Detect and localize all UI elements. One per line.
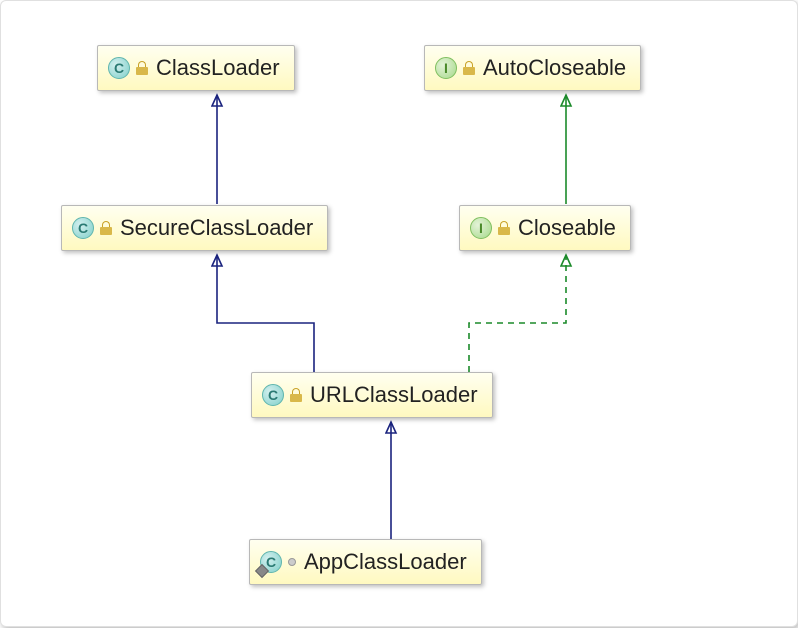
node-class-loader[interactable]: C ClassLoader (97, 45, 295, 91)
node-closeable[interactable]: I Closeable (459, 205, 631, 251)
lock-icon (100, 221, 112, 235)
pin-icon (255, 564, 269, 578)
visibility-dot-icon (288, 558, 296, 566)
node-label: Closeable (518, 215, 616, 241)
node-url-class-loader[interactable]: C URLClassLoader (251, 372, 493, 418)
node-label: ClassLoader (156, 55, 280, 81)
edge-extends (217, 255, 314, 372)
node-label: AutoCloseable (483, 55, 626, 81)
lock-icon (463, 61, 475, 75)
node-label: SecureClassLoader (120, 215, 313, 241)
lock-icon (290, 388, 302, 402)
node-label: URLClassLoader (310, 382, 478, 408)
class-icon: C (260, 551, 282, 573)
class-icon: C (262, 384, 284, 406)
node-label: AppClassLoader (304, 549, 467, 575)
interface-icon: I (435, 57, 457, 79)
node-secure-class-loader[interactable]: C SecureClassLoader (61, 205, 328, 251)
class-icon: C (72, 217, 94, 239)
connector-layer (1, 1, 798, 628)
class-icon: C (108, 57, 130, 79)
lock-icon (498, 221, 510, 235)
interface-icon: I (470, 217, 492, 239)
node-app-class-loader[interactable]: C AppClassLoader (249, 539, 482, 585)
node-auto-closeable[interactable]: I AutoCloseable (424, 45, 641, 91)
uml-diagram-canvas: C ClassLoader I AutoCloseable C SecureCl… (0, 0, 798, 627)
lock-icon (136, 61, 148, 75)
edge-implements (469, 255, 566, 372)
